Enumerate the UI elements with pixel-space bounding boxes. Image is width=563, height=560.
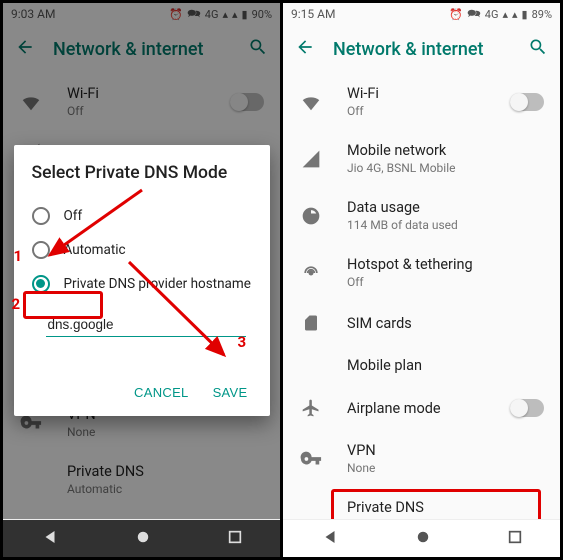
row-wifi[interactable]: Wi-Fi Off: [283, 73, 560, 130]
mobile-icon: [299, 149, 323, 169]
radio-icon: [32, 207, 50, 225]
row-sub: Off: [347, 104, 486, 118]
settings-list: Wi-Fi Off Mobile network Jio 4G, BSNL Mo…: [283, 73, 560, 544]
status-icons: ⏰ 🗪 4G ▴ ▴ ▮ 89%: [449, 5, 552, 24]
row-mobile-plan[interactable]: Mobile plan: [283, 345, 560, 386]
annotation-box-input: [23, 291, 103, 319]
radio-label: Off: [64, 208, 83, 224]
vpn-key-icon: [299, 448, 323, 470]
signal-icon: ▴: [502, 8, 508, 21]
data-usage-icon: [299, 206, 323, 226]
row-mobile[interactable]: Mobile network Jio 4G, BSNL Mobile: [283, 130, 560, 187]
row-title: VPN: [347, 442, 544, 459]
cancel-button[interactable]: CANCEL: [134, 385, 189, 400]
status-bar: 9:15 AM ⏰ 🗪 4G ▴ ▴ ▮ 89%: [283, 3, 560, 25]
page-title: Network & internet: [333, 39, 510, 60]
airplane-icon: [299, 398, 323, 418]
volte-icon: 🗪: [467, 5, 481, 24]
dialog-container: Select Private DNS Mode Off Automatic Pr…: [3, 3, 280, 557]
radio-icon: [32, 275, 50, 293]
airplane-switch[interactable]: [510, 399, 544, 417]
nav-back-icon[interactable]: [321, 528, 339, 550]
row-sub: None: [347, 461, 544, 475]
annotation-1: 1: [14, 247, 23, 265]
app-bar: Network & internet: [283, 25, 560, 73]
hotspot-icon: [299, 263, 323, 283]
nav-bar: [283, 519, 560, 557]
net-badge: 4G: [485, 8, 499, 21]
battery-icon: ▮: [522, 8, 528, 21]
alarm-icon: ⏰: [449, 8, 463, 21]
radio-icon: [32, 241, 50, 259]
radio-off[interactable]: Off: [32, 199, 252, 233]
annotation-3: 3: [238, 333, 247, 351]
row-title: Airplane mode: [347, 400, 486, 417]
row-title: Wi-Fi: [347, 85, 486, 102]
row-title: Hotspot & tethering: [347, 256, 544, 273]
row-hotspot[interactable]: Hotspot & tethering Off: [283, 244, 560, 301]
search-icon[interactable]: [528, 37, 548, 61]
row-vpn[interactable]: VPN None: [283, 430, 560, 487]
row-sub: Off: [347, 275, 544, 289]
row-sub: 114 MB of data used: [347, 218, 544, 232]
row-title: SIM cards: [347, 315, 544, 332]
radio-automatic[interactable]: Automatic: [32, 233, 252, 267]
row-title: Data usage: [347, 199, 544, 216]
radio-label: Private DNS provider hostname: [64, 276, 251, 292]
wifi-switch[interactable]: [510, 93, 544, 111]
nav-home-icon[interactable]: [414, 528, 432, 550]
private-dns-dialog: Select Private DNS Mode Off Automatic Pr…: [14, 145, 270, 416]
row-title: Mobile plan: [347, 357, 544, 374]
row-data-usage[interactable]: Data usage 114 MB of data used: [283, 187, 560, 244]
wifi-icon: [299, 91, 323, 113]
radio-label: Automatic: [64, 242, 126, 258]
signal-icon: ▴: [512, 8, 518, 21]
battery-text: 89%: [532, 8, 552, 21]
sim-icon: [299, 313, 323, 333]
dialog-title: Select Private DNS Mode: [32, 163, 252, 183]
annotation-2: 2: [12, 295, 21, 313]
phone-right: 9:15 AM ⏰ 🗪 4G ▴ ▴ ▮ 89% Network & inter…: [283, 3, 560, 557]
row-airplane[interactable]: Airplane mode: [283, 386, 560, 430]
back-arrow-icon[interactable]: [295, 37, 315, 61]
nav-recent-icon[interactable]: [507, 529, 523, 549]
row-sub: Jio 4G, BSNL Mobile: [347, 161, 544, 175]
phone-left: 9:03 AM ⏰ 🗪 4G ▴ ▴ ▮ 90% Network & inter…: [3, 3, 280, 557]
save-button[interactable]: SAVE: [213, 385, 248, 400]
status-time: 9:15 AM: [291, 7, 335, 21]
row-sim[interactable]: SIM cards: [283, 301, 560, 345]
row-title: Mobile network: [347, 142, 544, 159]
